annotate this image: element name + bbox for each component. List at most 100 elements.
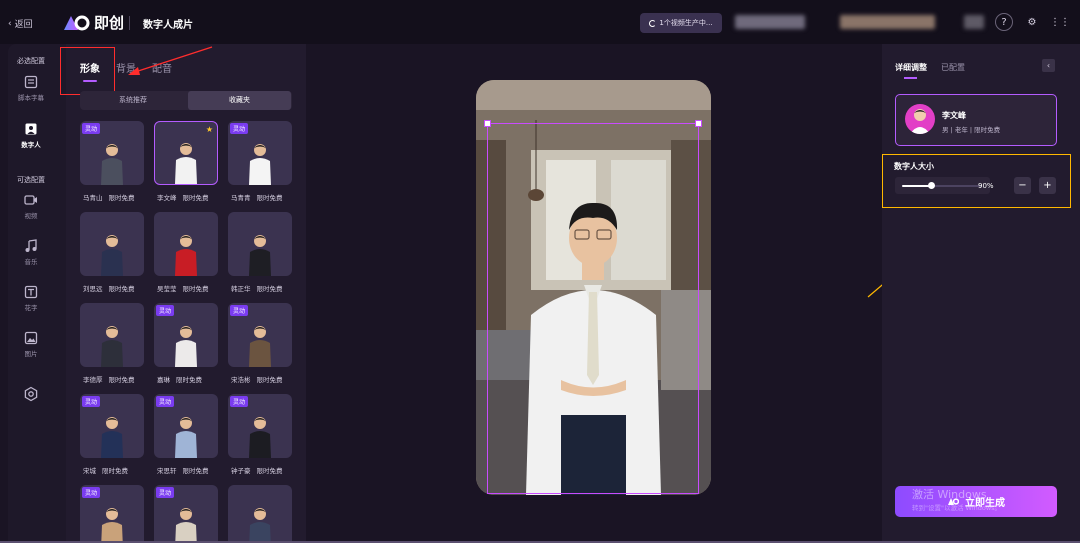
avatar-selection-box[interactable]	[487, 123, 699, 494]
avatar-icon	[25, 123, 37, 135]
free-label: 限时免费	[108, 194, 135, 202]
avatar-card[interactable]: 灵动	[154, 485, 218, 543]
segment-favorites[interactable]: 收藏夹	[188, 91, 291, 110]
avatar-name: 李德厚	[83, 376, 103, 384]
dynamic-badge: 灵动	[230, 305, 249, 316]
avatar-thumbnail	[175, 326, 197, 367]
avatar-card[interactable]: 灵动	[228, 303, 292, 367]
apps-grid-icon[interactable]: ⋮⋮	[1050, 13, 1070, 31]
avatar-name: 宋思轩	[157, 467, 177, 475]
avatar-thumbnail	[249, 144, 271, 185]
avatar-card[interactable]: 灵动	[80, 394, 144, 458]
page-title: 数字人成片	[143, 20, 193, 31]
tab-configured[interactable]: 已配置	[941, 62, 965, 73]
tab-detail-adjust[interactable]: 详细调整	[895, 62, 927, 79]
chevron-left-icon: ‹	[1046, 61, 1051, 70]
loading-icon	[649, 19, 657, 27]
size-decrease-button[interactable]: −	[1014, 177, 1031, 194]
avatar-caption: 马青青 限时免费	[231, 192, 283, 202]
rail-item-label: 花字	[24, 304, 38, 312]
rail-item-image[interactable]: 图片	[8, 331, 54, 358]
collapse-panel-button[interactable]: ‹	[1042, 59, 1055, 72]
avatar-card[interactable]: 灵动	[154, 394, 218, 458]
free-label: 限时免费	[176, 376, 202, 384]
selected-avatar-card[interactable]: 李文峰 男 | 老年 | 限时免费	[895, 94, 1057, 146]
app-logo: 即创	[62, 12, 124, 33]
avatar-thumbnail	[101, 508, 123, 543]
avatar-card[interactable]	[228, 212, 292, 276]
windows-watermark-subtitle: 转到"设置"以激活 Windows。	[912, 504, 1002, 512]
free-label: 限时免费	[182, 467, 209, 475]
red-annotation-arrow	[128, 46, 213, 75]
avatar-name: 马青山	[83, 194, 103, 202]
avatar-name: 宋浩彬	[231, 376, 251, 384]
resize-handle-top-right[interactable]	[695, 120, 702, 127]
logo-text: 即创	[94, 14, 125, 32]
rail-item-label: 视频	[24, 212, 38, 220]
rail-item-script[interactable]: 脚本字幕	[8, 75, 54, 102]
free-label: 限时免费	[256, 376, 283, 384]
avatar-thumbnail	[101, 144, 123, 185]
avatar-card[interactable]: ★	[154, 121, 218, 185]
slider-handle[interactable]	[927, 182, 935, 189]
avatar-size-slider[interactable]	[895, 177, 990, 194]
blurred-region	[840, 15, 935, 29]
image-icon	[24, 331, 38, 345]
avatar-card[interactable]: 灵动	[228, 121, 292, 185]
help-icon[interactable]: ?	[995, 13, 1013, 31]
avatar-card[interactable]: 灵动	[80, 485, 144, 543]
settings-panel: 详细调整 已配置 ‹ 李文峰 男 | 老年 | 限时免费 数字人大小 90% −…	[882, 44, 1080, 543]
avatar-card[interactable]	[154, 212, 218, 276]
free-label: 限时免费	[182, 194, 209, 202]
avatar-card[interactable]: 灵动	[154, 303, 218, 367]
free-label: 限时免费	[256, 194, 283, 202]
rail-item-avatar[interactable]: 数字人	[8, 122, 54, 149]
rail-item-more[interactable]	[8, 386, 54, 402]
avatar-name: 吴莹莹	[157, 285, 177, 293]
avatar-thumbnail	[175, 508, 197, 543]
text-icon	[24, 285, 38, 299]
free-label: 限时免费	[108, 376, 135, 384]
avatar-caption: 钟子豪 限时免费	[231, 465, 283, 475]
segment-system-recommend[interactable]: 系统推荐	[80, 91, 186, 110]
avatar-card[interactable]: 灵动	[228, 394, 292, 458]
back-button[interactable]: ‹ 返回	[8, 17, 33, 31]
avatar-card[interactable]	[80, 212, 144, 276]
production-status-button[interactable]: 1个视频生产中...	[640, 13, 722, 33]
divider	[129, 16, 130, 30]
red-highlight-box	[60, 47, 115, 95]
settings-tabs: 详细调整 已配置	[895, 62, 965, 79]
avatar-caption: 刘思远 限时免费	[83, 283, 135, 293]
rail-item-label: 数字人	[21, 141, 41, 149]
avatar-thumbnail	[249, 235, 271, 276]
video-icon	[24, 195, 37, 205]
dynamic-badge: 灵动	[156, 396, 175, 407]
size-increase-button[interactable]: +	[1039, 177, 1056, 194]
avatar-card[interactable]	[80, 303, 144, 367]
avatar-thumbnail	[101, 326, 123, 367]
avatar	[905, 104, 935, 134]
rail-item-text[interactable]: 花字	[8, 285, 54, 312]
avatar-thumbnail	[175, 235, 197, 276]
rail-item-music[interactable]: 音乐	[8, 239, 54, 266]
avatar-name: 钟子豪	[231, 467, 251, 475]
production-status-text: 1个视频生产中...	[659, 19, 713, 27]
avatar-thumbnail	[101, 417, 123, 458]
rail-section-optional: 可选配置	[17, 176, 45, 184]
resize-handle-top-left[interactable]	[484, 120, 491, 127]
free-label: 限时免费	[108, 285, 135, 293]
avatar-caption: 吴莹莹 限时免费	[157, 283, 209, 293]
avatar-thumbnail	[175, 143, 197, 184]
favorite-star-icon[interactable]: ★	[206, 125, 213, 134]
rail-item-video[interactable]: 视频	[8, 193, 54, 220]
blurred-region	[735, 15, 805, 29]
left-rail: 必选配置 脚本字幕 数字人 可选配置 视频 音乐 花字 图片	[8, 44, 66, 543]
avatar-caption: 马青山 限时免费	[83, 192, 135, 202]
settings-gear-icon[interactable]: ⚙	[1023, 13, 1041, 31]
avatar-meta: 男 | 老年 | 限时免费	[942, 126, 1001, 134]
app-window: ‹ 返回 即创 数字人成片 1个视频生产中... ? ⚙ ⋮⋮ 必选配置 脚本字…	[0, 0, 1080, 543]
dynamic-badge: 灵动	[82, 396, 101, 407]
avatar-card[interactable]: 灵动	[80, 121, 144, 185]
avatar-card[interactable]	[228, 485, 292, 543]
rail-item-label: 音乐	[24, 258, 38, 266]
